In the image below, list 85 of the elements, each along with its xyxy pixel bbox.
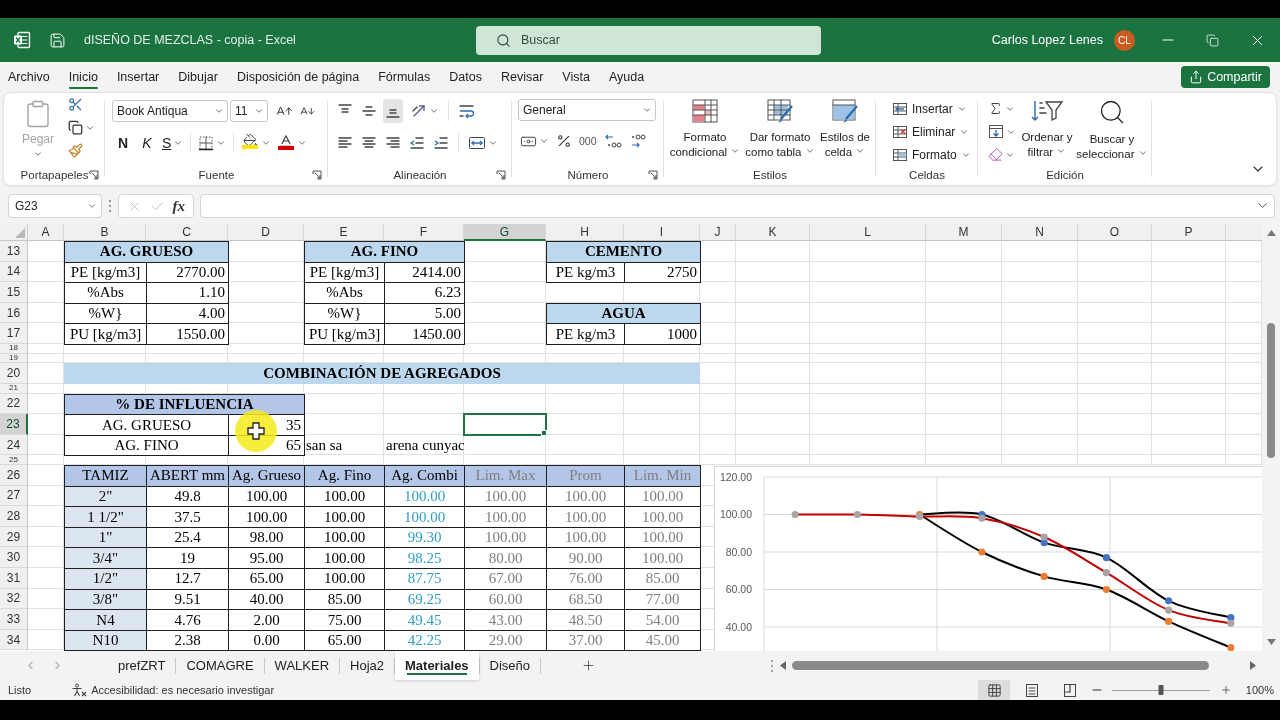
table-cell: 100.00 xyxy=(228,506,305,528)
column-heading-cell: Lim. Min xyxy=(624,465,701,487)
table-cell: 45.00 xyxy=(624,629,701,651)
table-cell: 85.00 xyxy=(624,568,701,590)
table-cell: 100.00 xyxy=(546,506,625,528)
column-heading-cell: Ag. Combi xyxy=(384,465,465,487)
table-header-cell: AGUA xyxy=(546,302,701,325)
table-cell: 100.00 xyxy=(384,506,465,528)
table-cell: 95.00 xyxy=(228,547,305,570)
table-cell: 100.00 xyxy=(624,485,701,508)
table-cell: 19 xyxy=(146,547,229,570)
table-cell: 2770.00 xyxy=(146,261,229,284)
table-cell: 1.10 xyxy=(146,282,229,304)
table-cell: 2.00 xyxy=(228,609,305,631)
table-cell: 2414.00 xyxy=(384,261,465,284)
table-cell: PE kg/m3 xyxy=(546,323,625,345)
note-text: arena cunyac xyxy=(385,435,466,455)
table-header-cell: AG. FINO xyxy=(304,241,465,263)
axis-tick-label: 60.00 xyxy=(725,583,752,595)
status-text: Listo xyxy=(8,684,32,696)
table-cell: PU [kg/m3] xyxy=(304,323,385,345)
table-cell: 100.00 xyxy=(304,568,385,590)
table-cell: 3/4" xyxy=(64,547,147,570)
table-cell: AG. FINO xyxy=(64,434,229,457)
table-cell: 87.75 xyxy=(384,568,465,590)
group-label: Celdas xyxy=(909,169,945,181)
table-cell: 1550.00 xyxy=(146,323,229,345)
table-cell: 100.00 xyxy=(624,506,701,528)
table-cell: 100.00 xyxy=(304,506,385,528)
column-heading-cell: Lim. Max xyxy=(464,465,547,487)
axis-tick-label: 80.00 xyxy=(725,545,752,558)
table-cell: 90.00 xyxy=(546,547,625,570)
table-cell: 1000 xyxy=(624,323,701,345)
axis-tick-label: 40.00 xyxy=(725,620,752,633)
table-cell: 100.00 xyxy=(304,547,385,570)
table-cell: PU [kg/m3] xyxy=(64,323,147,345)
table-cell: 6.23 xyxy=(384,282,465,304)
user-name: Carlos Lopez Lenes xyxy=(991,33,1103,47)
group-label: Portapapeles xyxy=(20,169,89,181)
table-cell: 4.00 xyxy=(146,302,229,325)
table-cell: AG. GRUESO xyxy=(64,414,229,436)
table-cell: 49.45 xyxy=(384,609,465,631)
table-cell: 75.00 xyxy=(304,609,385,631)
column-heading-cell: Prom xyxy=(546,465,625,487)
table-cell: 5.00 xyxy=(384,302,465,325)
table-cell: 1 1/2" xyxy=(64,506,147,528)
column-heading-cell: ABERT mm xyxy=(146,465,229,487)
table-cell: 37.5 xyxy=(146,506,229,528)
accessibility-status: Accesibilidad: es necesario investigar xyxy=(91,684,275,696)
zoom-level-text: 100% xyxy=(1244,684,1274,696)
note-text: san sa xyxy=(305,435,344,455)
table-cell: 12.7 xyxy=(146,568,229,590)
table-cell: 43.00 xyxy=(464,609,547,631)
table-cell: 98.25 xyxy=(384,547,465,570)
table-cell: 54.00 xyxy=(624,609,701,631)
axis-tick-label: 120.00 xyxy=(719,470,752,483)
table-cell: 65.00 xyxy=(228,568,305,590)
column-heading-cell: Ag. Grueso xyxy=(228,465,305,487)
axis-tick-label: 100.00 xyxy=(719,508,752,520)
table-cell: 48.50 xyxy=(546,609,625,631)
table-cell: 100.00 xyxy=(464,506,547,528)
table-cell: N4 xyxy=(64,609,147,631)
table-cell: 4.76 xyxy=(146,609,229,631)
window-title: dISEÑO DE MEZCLAS - copia - Excel xyxy=(84,33,296,47)
table-cell: 1/2" xyxy=(64,568,147,590)
column-heading-cell: TAMIZ xyxy=(64,465,147,487)
table-cell: 100.00 xyxy=(624,547,701,570)
column-heading-cell: Ag. Fino xyxy=(304,465,385,487)
group-label: Estilos xyxy=(753,169,787,181)
table-cell: 2750 xyxy=(624,261,701,284)
section-banner: COMBINACIÓN DE AGREGADOS xyxy=(64,363,700,384)
group-label: Alineación xyxy=(393,169,447,181)
table-cell: %Abs xyxy=(64,282,147,304)
table-header-cell: CEMENTO xyxy=(546,241,701,263)
table-cell: 76.00 xyxy=(546,568,625,590)
table-cell: 77.00 xyxy=(624,588,701,611)
table-cell: 67.00 xyxy=(464,568,547,590)
table-cell: 80.00 xyxy=(464,547,547,570)
table-cell: 100.00 xyxy=(624,526,701,549)
table-cell: 1450.00 xyxy=(384,323,465,345)
table-cell: %Abs xyxy=(304,282,385,304)
group-label: Edición xyxy=(1046,169,1084,181)
group-label: Fuente xyxy=(198,169,235,181)
table-header-cell: AG. GRUESO xyxy=(64,241,229,263)
group-label: Número xyxy=(567,169,609,181)
